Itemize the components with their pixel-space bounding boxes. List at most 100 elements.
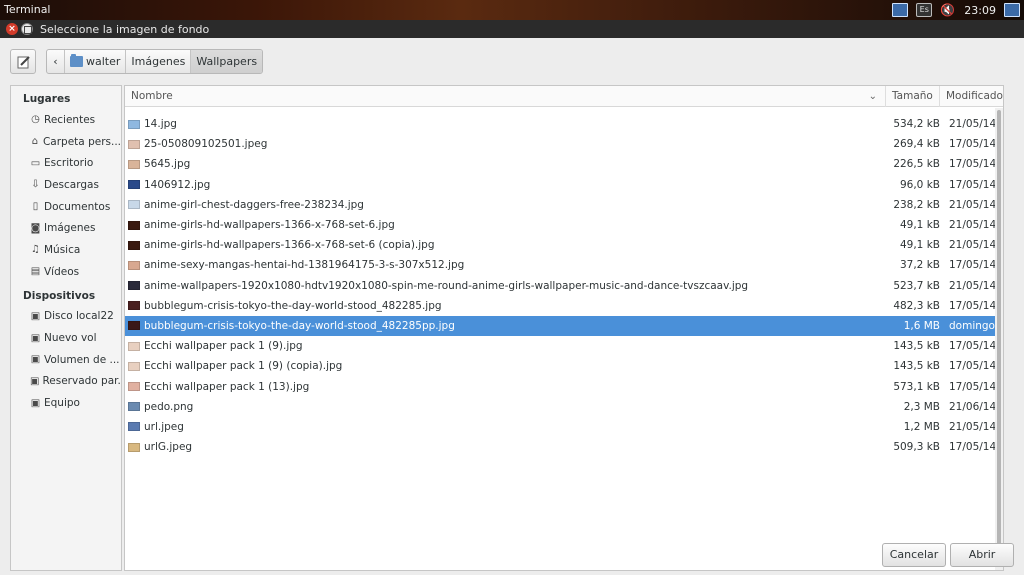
places-item-label: Imágenes	[44, 222, 96, 235]
devices-item-label: Equipo	[44, 397, 80, 410]
file-name: url.jpeg	[144, 420, 184, 433]
column-modified-header[interactable]: Modificado	[940, 86, 1003, 107]
image-thumbnail-icon	[128, 119, 140, 129]
file-row[interactable]: anime-wallpapers-1920x1080-hdtv1920x1080…	[125, 276, 1003, 296]
keyboard-layout-icon[interactable]: Es	[916, 3, 933, 17]
file-row[interactable]: bubblegum-crisis-tokyo-the-day-world-sto…	[125, 296, 1003, 316]
file-name-cell: 5645.jpg	[125, 158, 886, 170]
file-row[interactable]: 5645.jpg 226,5 kB 17/05/14	[125, 154, 1003, 174]
system-tray: Es 🔇 23:09	[892, 1, 1020, 19]
places-header: Lugares	[23, 93, 71, 105]
cancel-button[interactable]: Cancelar	[882, 543, 946, 567]
file-size: 49,1 kB	[899, 239, 940, 252]
devices-item[interactable]: ▣ Nuevo vol	[11, 327, 121, 349]
file-chooser-dialog: ‹ walter Imágenes Wallpapers Lugares ◷ Re…	[0, 38, 1024, 575]
file-name-cell: 25-050809102501.jpeg	[125, 138, 886, 150]
dialog-title: Seleccione la imagen de fondo	[40, 23, 210, 36]
file-size: 523,7 kB	[893, 279, 940, 292]
file-row[interactable]: pedo.png 2,3 MB 21/06/14	[125, 397, 1003, 417]
image-thumbnail-icon	[128, 301, 140, 311]
file-modified: 17/05/14	[949, 441, 997, 454]
file-modified: 21/05/14	[949, 420, 997, 433]
pathbar-segment-wallpapers[interactable]: Wallpapers	[191, 50, 263, 73]
file-name-cell: anime-girl-chest-daggers-free-238234.jpg	[125, 199, 886, 211]
vertical-scrollbar[interactable]	[995, 108, 1003, 570]
pathbar-segment-images[interactable]: Imágenes	[126, 50, 192, 73]
file-name-cell: anime-girls-hd-wallpapers-1366-x-768-set…	[125, 219, 886, 231]
file-row[interactable]: bubblegum-crisis-tokyo-the-day-world-sto…	[125, 315, 1003, 337]
places-item[interactable]: ▤ Vídeos	[11, 261, 121, 283]
places-item[interactable]: ⌂ Carpeta pers...	[11, 131, 121, 153]
file-size: 37,2 kB	[899, 259, 940, 272]
image-thumbnail-icon	[128, 180, 140, 190]
pathbar-segment-home[interactable]: walter	[65, 50, 127, 73]
file-row[interactable]: 25-050809102501.jpeg 269,4 kB 17/05/14	[125, 134, 1003, 154]
file-modified: 17/05/14	[949, 138, 997, 151]
places-item[interactable]: ▯ Documentos	[11, 196, 121, 218]
network-icon[interactable]	[892, 3, 909, 17]
places-item[interactable]: ◷ Recientes	[11, 109, 121, 131]
image-thumbnail-icon	[128, 200, 140, 210]
file-row[interactable]: 1406912.jpg 96,0 kB 17/05/14	[125, 175, 1003, 195]
places-item[interactable]: ♫ Música	[11, 239, 121, 261]
drive-icon: ▣	[30, 375, 40, 387]
path-bar: ‹ walter Imágenes Wallpapers	[46, 49, 264, 74]
file-modified: 21/05/14	[949, 198, 997, 211]
file-row[interactable]: urlG.jpeg 509,3 kB 17/05/14	[125, 437, 1003, 457]
display-icon[interactable]	[1004, 3, 1020, 17]
places-item[interactable]: ⇩ Descargas	[11, 174, 121, 196]
pathbar-segment-label: walter	[86, 55, 121, 68]
places-item-label: Carpeta pers...	[42, 135, 121, 148]
file-row[interactable]: anime-girls-hd-wallpapers-1366-x-768-set…	[125, 215, 1003, 235]
devices-item[interactable]: ▣ Disco local22	[11, 306, 121, 328]
pathbar-back-button[interactable]: ‹	[47, 50, 65, 73]
file-name-cell: Ecchi wallpaper pack 1 (9).jpg	[125, 340, 886, 352]
places-item-label: Recientes	[44, 113, 96, 126]
clock[interactable]: 23:09	[964, 4, 996, 17]
home-folder-icon	[70, 54, 83, 67]
volume-muted-icon[interactable]: 🔇	[940, 3, 956, 17]
file-row[interactable]: anime-girl-chest-daggers-free-238234.jpg…	[125, 195, 1003, 215]
places-sidebar: Lugares ◷ Recientes ⌂ Carpeta pers... ▭ Escri…	[10, 85, 122, 571]
places-item-label: Escritorio	[44, 157, 94, 170]
file-name: Ecchi wallpaper pack 1 (9) (copia).jpg	[144, 360, 343, 373]
file-name-cell: anime-girls-hd-wallpapers-1366-x-768-set…	[125, 239, 886, 251]
file-name: anime-girls-hd-wallpapers-1366-x-768-set…	[144, 239, 435, 252]
file-name-cell: urlG.jpeg	[125, 441, 886, 453]
scrollbar-thumb[interactable]	[997, 110, 1001, 566]
file-row[interactable]: 14.jpg 534,2 kB 21/05/14	[125, 114, 1003, 134]
clock-icon: ◷	[31, 114, 40, 126]
column-size-header[interactable]: Tamaño	[886, 86, 940, 107]
file-row[interactable]: Ecchi wallpaper pack 1 (13).jpg 573,1 kB 1…	[125, 376, 1003, 396]
file-modified: 17/05/14	[949, 158, 997, 171]
places-item[interactable]: ▭ Escritorio	[11, 152, 121, 174]
file-size: 49,1 kB	[899, 219, 940, 232]
devices-item-label: Nuevo vol	[44, 332, 97, 345]
file-row[interactable]: url.jpeg 1,2 MB 21/05/14	[125, 417, 1003, 437]
column-name-header[interactable]: Nombre ⌄	[125, 86, 886, 107]
file-row[interactable]: anime-girls-hd-wallpapers-1366-x-768-set…	[125, 235, 1003, 255]
drive-icon: ▣	[30, 397, 41, 409]
devices-item[interactable]: ▣ Equipo	[11, 392, 121, 414]
close-icon[interactable]: ×	[6, 23, 18, 35]
file-name: Ecchi wallpaper pack 1 (9).jpg	[144, 340, 303, 353]
column-headers: Nombre ⌄ Tamaño Modificado	[125, 86, 1003, 107]
devices-item[interactable]: ▣ Volumen de ...	[11, 349, 121, 371]
image-thumbnail-icon	[128, 321, 140, 331]
drive-icon: ▣	[30, 310, 41, 322]
pathbar-segment-label: Wallpapers	[196, 55, 258, 68]
devices-item[interactable]: ▣ Reservado par...	[11, 371, 121, 393]
file-row[interactable]: anime-sexy-mangas-hentai-hd-1381964175-3…	[125, 255, 1003, 275]
file-row[interactable]: Ecchi wallpaper pack 1 (9).jpg 143,5 kB 17…	[125, 336, 1003, 356]
image-thumbnail-icon	[128, 361, 140, 371]
devices-item-label: Volumen de ...	[44, 353, 120, 366]
type-location-button[interactable]	[10, 49, 36, 74]
open-button[interactable]: Abrir	[950, 543, 1014, 567]
devices-item-label: Disco local22	[44, 310, 114, 323]
file-row[interactable]: Ecchi wallpaper pack 1 (9) (copia).jpg 14…	[125, 356, 1003, 376]
places-item[interactable]: ◙ Imágenes	[11, 217, 121, 239]
maximize-icon[interactable]	[21, 23, 33, 35]
file-size: 509,3 kB	[893, 441, 940, 454]
image-thumbnail-icon	[128, 341, 140, 351]
file-modified: 17/05/14	[949, 340, 997, 353]
